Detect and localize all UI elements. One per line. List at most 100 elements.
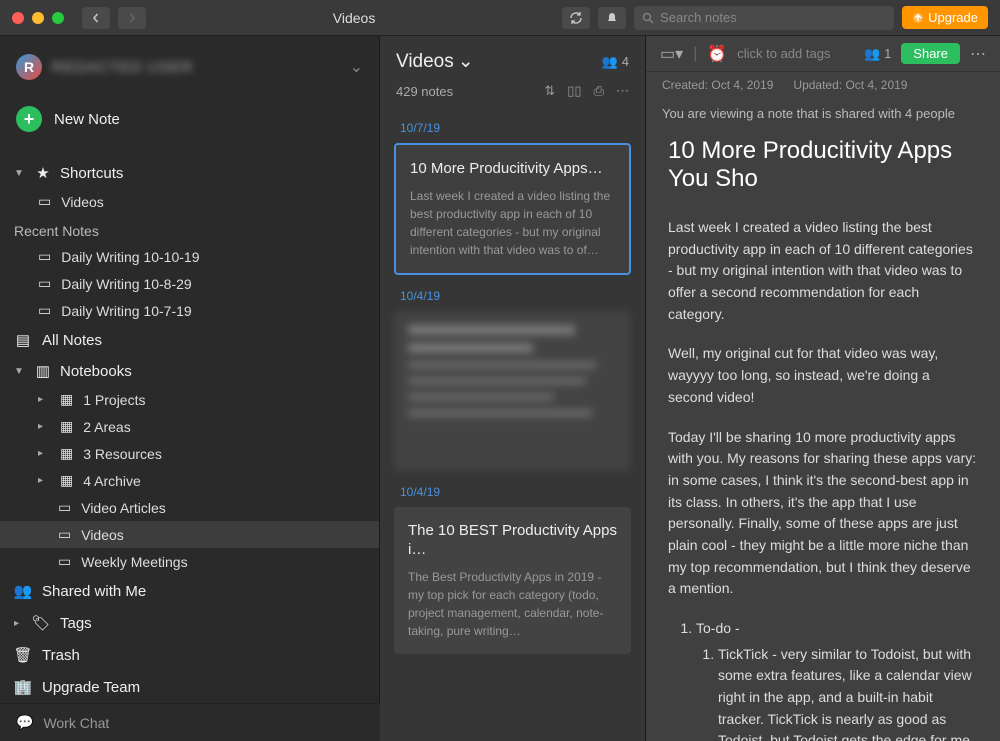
note-card-preview: The Best Productivity Apps in 2019 - my … — [408, 568, 617, 640]
close-window-icon[interactable] — [12, 12, 24, 24]
notebook-icon: ▥ — [34, 362, 52, 380]
filter-button[interactable]: ⎙ — [594, 83, 604, 99]
note-card[interactable]: The 10 BEST Productivity Apps i… The Bes… — [394, 507, 631, 654]
view-toggle-button[interactable]: ▯▯ — [567, 83, 581, 99]
stack-icon: ▦ — [60, 391, 73, 408]
notelist-title[interactable]: Videos ⌄ — [396, 50, 474, 73]
maximize-window-icon[interactable] — [52, 12, 64, 24]
sidebar-item-notebook[interactable]: ▸▦1 Projects — [0, 386, 379, 413]
sidebar-item-notebook[interactable]: ▸▦4 Archive — [0, 467, 379, 494]
stack-icon: ▦ — [60, 445, 73, 462]
sidebar-item-allnotes[interactable]: ▤ All Notes — [0, 324, 379, 356]
avatar: R — [16, 54, 42, 80]
forward-button[interactable] — [118, 7, 146, 29]
note-icon: ▭ — [38, 193, 51, 210]
minimize-window-icon[interactable] — [32, 12, 44, 24]
window-title: Videos — [154, 10, 554, 26]
updated-date: Updated: Oct 4, 2019 — [793, 78, 907, 92]
chevron-down-icon: ▼ — [14, 168, 26, 179]
users-icon: 👥 — [14, 582, 32, 600]
sidebar-item-notebook-selected[interactable]: ▭Videos — [0, 521, 379, 548]
sidebar-item-shared[interactable]: 👥 Shared with Me — [0, 575, 379, 607]
date-label: 10/7/19 — [400, 121, 631, 135]
chevron-right-icon: ▸ — [14, 618, 26, 629]
sidebar-item-shortcut[interactable]: ▭ Videos — [0, 188, 379, 215]
sidebar-item-trash[interactable]: 🗑 Trash — [0, 639, 379, 671]
sort-button[interactable]: ⇅ — [544, 83, 555, 99]
work-chat-button[interactable]: 💬 Work Chat — [0, 703, 380, 741]
chat-icon: 💬 — [16, 714, 33, 731]
notebook-picker[interactable]: ▭▾ — [660, 44, 683, 64]
note-paragraph: Last week I created a video listing the … — [668, 217, 978, 325]
note-list-panel: Videos ⌄ 👥 4 429 notes ⇅ ▯▯ ⎙ ⋯ 10/7/19 … — [380, 36, 646, 741]
date-label: 10/4/19 — [400, 485, 631, 499]
note-icon: ▭ — [38, 275, 51, 292]
sidebar-item-recent[interactable]: ▭Daily Writing 10-7-19 — [0, 297, 379, 324]
plus-icon: + — [16, 106, 42, 132]
notifications-button[interactable] — [598, 7, 626, 29]
search-icon — [642, 12, 654, 24]
note-card-preview: Last week I created a video listing the … — [410, 187, 615, 259]
arrow-up-circle-icon — [912, 12, 924, 24]
note-body[interactable]: 10 More Producitivity Apps You Sho Last … — [646, 129, 1000, 741]
chevron-right-icon: ▸ — [38, 421, 50, 432]
sync-button[interactable] — [562, 7, 590, 29]
share-people[interactable]: 👥 1 — [864, 46, 891, 62]
share-notice: You are viewing a note that is shared wi… — [646, 98, 1000, 129]
sidebar: R REDACTED USER ⌄ + New Note ▼ ★ Shortcu… — [0, 36, 380, 741]
chevron-right-icon: ▸ — [38, 475, 50, 486]
chevron-right-icon: ▸ — [38, 448, 50, 459]
note-more-button[interactable]: ⋯ — [970, 44, 986, 64]
note-count: 429 notes — [396, 84, 453, 99]
recent-notes-label: Recent Notes — [0, 215, 379, 243]
notelist-people[interactable]: 👥 4 — [602, 54, 629, 70]
stack-icon: ▦ — [60, 418, 73, 435]
stack-icon: ▦ — [60, 472, 73, 489]
share-button[interactable]: Share — [901, 43, 960, 64]
shortcuts-section[interactable]: ▼ ★ Shortcuts — [0, 158, 379, 188]
back-button[interactable] — [82, 7, 110, 29]
note-icon: ▭ — [38, 248, 51, 265]
sidebar-item-notebook[interactable]: ▭Video Articles — [0, 494, 379, 521]
chevron-right-icon: ▸ — [38, 394, 50, 405]
tag-icon: 🏷 — [32, 614, 50, 632]
search-placeholder: Search notes — [660, 10, 737, 25]
notebooks-section[interactable]: ▼ ▥ Notebooks — [0, 356, 379, 386]
reminder-button[interactable]: ⏰ — [707, 44, 727, 64]
sidebar-item-notebook[interactable]: ▸▦3 Resources — [0, 440, 379, 467]
add-tags-input[interactable]: click to add tags — [737, 46, 830, 61]
list-item: To-do - TickTick - very similar to Todoi… — [696, 618, 978, 741]
sidebar-item-notebook[interactable]: ▸▦2 Areas — [0, 413, 379, 440]
users-icon: 👥 — [602, 54, 618, 70]
sidebar-item-recent[interactable]: ▭Daily Writing 10-8-29 — [0, 270, 379, 297]
upgrade-button[interactable]: Upgrade — [902, 6, 988, 29]
notebook-icon: ▭ — [58, 526, 71, 543]
new-note-button[interactable]: + New Note — [0, 98, 379, 140]
note-paragraph: Today I'll be sharing 10 more productivi… — [668, 427, 978, 601]
titlebar: Videos Search notes Upgrade — [0, 0, 1000, 36]
note-detail-panel: ▭▾ | ⏰ click to add tags 👥 1 Share ⋯ Cre… — [646, 36, 1000, 741]
window-controls — [12, 12, 64, 24]
sidebar-item-tags[interactable]: ▸ 🏷 Tags — [0, 607, 379, 639]
building-icon: 🏢 — [14, 678, 32, 696]
note-card-title: 10 More Producitivity Apps… — [410, 159, 615, 179]
sidebar-item-upgrade-team[interactable]: 🏢 Upgrade Team — [0, 671, 379, 703]
chevron-down-icon: ⌄ — [458, 50, 474, 73]
note-card-title: The 10 BEST Productivity Apps i… — [408, 521, 617, 560]
note-card-selected[interactable]: 10 More Producitivity Apps… Last week I … — [394, 143, 631, 275]
sidebar-item-recent[interactable]: ▭Daily Writing 10-10-19 — [0, 243, 379, 270]
notebook-icon: ▭ — [58, 499, 71, 516]
sidebar-item-notebook[interactable]: ▭Weekly Meetings — [0, 548, 379, 575]
note-icon: ▭ — [38, 302, 51, 319]
notes-icon: ▤ — [14, 331, 32, 349]
created-date: Created: Oct 4, 2019 — [662, 78, 773, 92]
list-item: TickTick - very similar to Todoist, but … — [718, 644, 978, 741]
account-switcher[interactable]: R REDACTED USER ⌄ — [0, 46, 379, 88]
more-button[interactable]: ⋯ — [616, 83, 629, 99]
notebook-icon: ▭ — [58, 553, 71, 570]
search-input[interactable]: Search notes — [634, 6, 894, 30]
chevron-down-icon: ▼ — [14, 366, 26, 377]
note-title[interactable]: 10 More Producitivity Apps You Sho — [668, 137, 978, 193]
note-card-blurred[interactable] — [394, 311, 631, 471]
star-icon: ★ — [34, 164, 52, 182]
